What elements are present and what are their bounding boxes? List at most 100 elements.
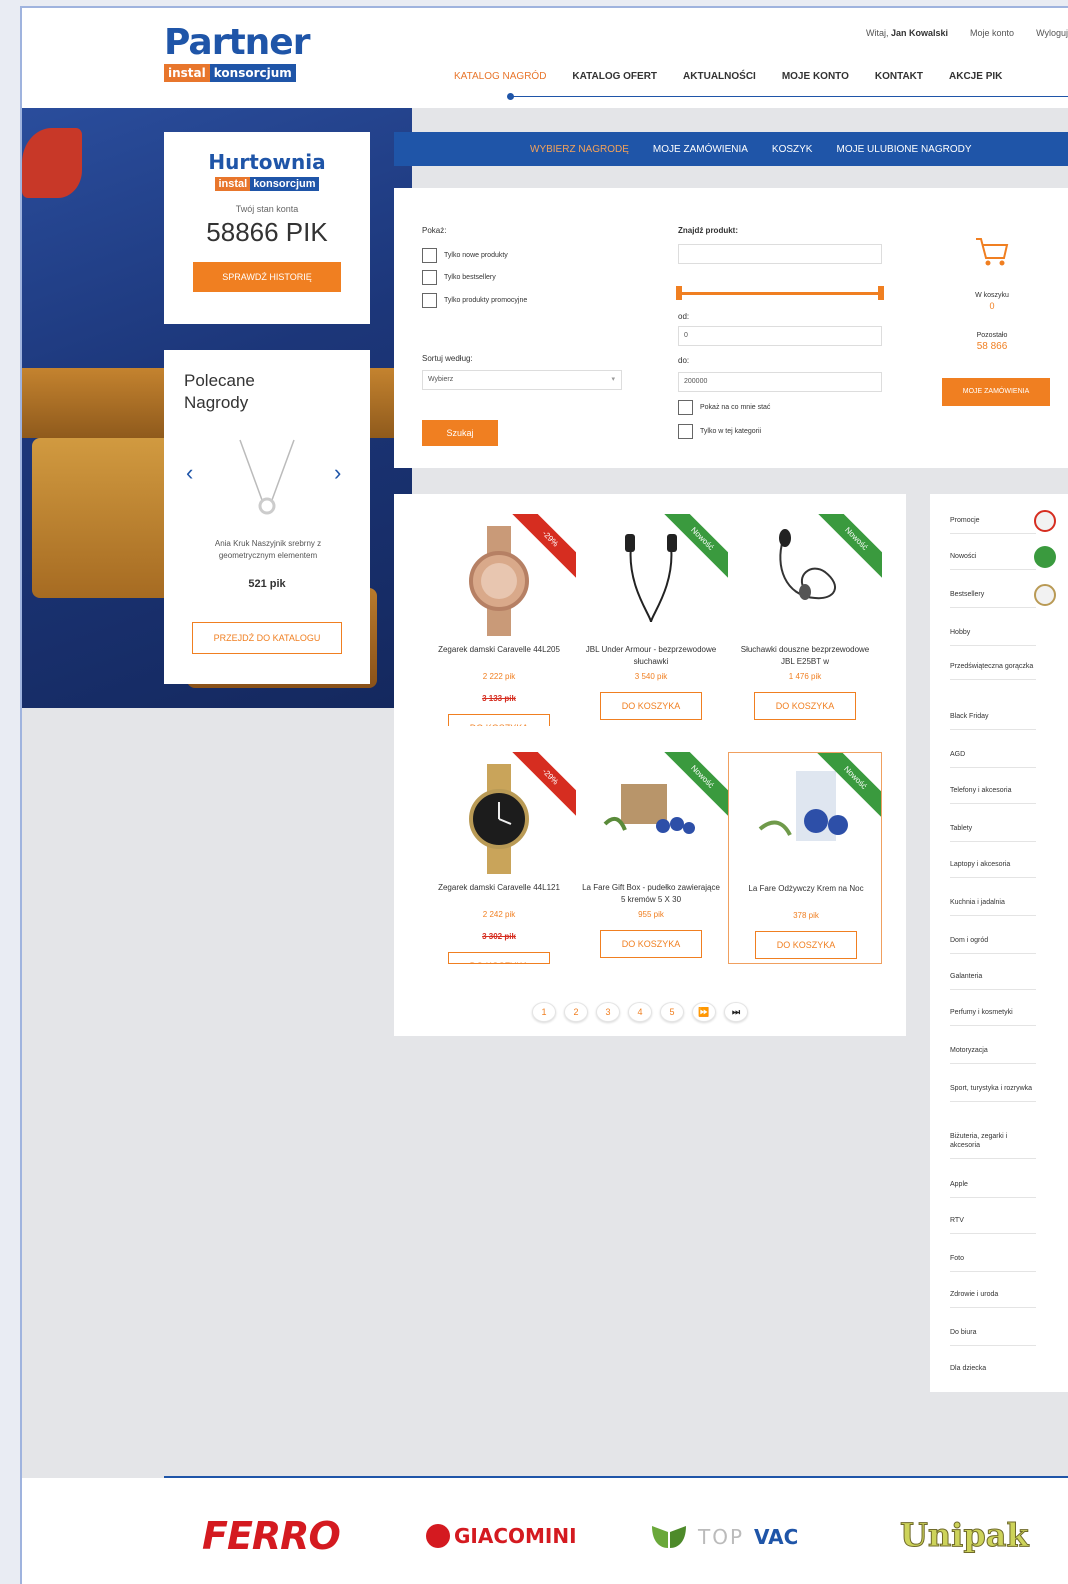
bestseller-icon xyxy=(1034,584,1056,606)
add-to-cart-button[interactable]: DO KOSZYKA xyxy=(600,692,702,720)
product-card[interactable]: Nowość JBL Under Armour - bezprzewodowe … xyxy=(574,514,728,726)
checkbox-bestsellers-only[interactable]: Tylko bestsellery xyxy=(422,270,496,285)
add-to-cart-button[interactable]: DO KOSZYKA xyxy=(448,714,550,726)
category-apple[interactable]: Apple xyxy=(950,1180,1036,1198)
tab-cart[interactable]: KOSZYK xyxy=(772,144,813,155)
category-dom-ogrod[interactable]: Dom i ogród xyxy=(950,936,1036,954)
greeting: Witaj, Jan Kowalski xyxy=(865,28,949,38)
my-orders-button[interactable]: MOJE ZAMÓWIENIA xyxy=(942,378,1050,406)
category-kuchnia[interactable]: Kuchnia i jadalnia xyxy=(950,898,1036,916)
category-motoryzacja[interactable]: Motoryzacja xyxy=(950,1046,1036,1064)
product-search-input[interactable] xyxy=(678,244,882,264)
my-account-link[interactable]: Moje konto xyxy=(970,28,1014,38)
tab-my-orders[interactable]: MOJE ZAMÓWIENIA xyxy=(653,144,748,155)
checkbox-afford[interactable]: Pokaż na co mnie stać xyxy=(678,400,770,415)
necklace-image[interactable] xyxy=(232,438,302,520)
product-old-price: 3 302 pik xyxy=(482,932,516,941)
search-button[interactable]: Szukaj xyxy=(422,420,498,446)
product-grid: -29% Zegarek damski Caravelle 44L205 2 2… xyxy=(394,494,906,1036)
earphones-image xyxy=(625,534,677,623)
ferro-logo[interactable]: FERRO xyxy=(202,1514,341,1558)
remaining-label: Pozostało xyxy=(976,332,1008,339)
category-black-friday[interactable]: Black Friday xyxy=(950,712,1036,730)
page-5[interactable]: 5 xyxy=(660,1002,684,1022)
category-promocje[interactable]: Promocje xyxy=(950,516,1036,534)
product-card[interactable]: Nowość La Fare Gift Box - pudełko zawier… xyxy=(574,752,728,964)
add-to-cart-button[interactable]: DO KOSZYKA xyxy=(754,692,856,720)
product-name: JBL Under Armour - bezprzewodowe słuchaw… xyxy=(585,645,717,666)
find-product-label: Znajdź produkt: xyxy=(678,226,738,235)
add-to-cart-button[interactable]: DO KOSZYKA xyxy=(448,952,550,964)
product-price: 955 pik xyxy=(638,910,664,919)
carousel-prev-icon[interactable]: ‹ xyxy=(186,460,193,486)
add-to-cart-button[interactable]: DO KOSZYKA xyxy=(755,931,857,959)
logout-link[interactable]: Wyloguj xyxy=(1036,28,1068,38)
nav-katalog-ofert[interactable]: KATALOG OFERT xyxy=(572,71,657,82)
recommended-item-price: 521 pik xyxy=(248,578,286,590)
category-dla-dziecka[interactable]: Dla dziecka xyxy=(950,1364,1036,1381)
page-1[interactable]: 1 xyxy=(532,1002,556,1022)
new-icon xyxy=(1034,546,1056,568)
category-nowosci[interactable]: Nowości xyxy=(950,552,1036,570)
cream-image xyxy=(758,771,848,841)
price-range-slider[interactable] xyxy=(678,292,882,295)
from-label: od: xyxy=(678,312,690,321)
category-hobby[interactable]: Hobby xyxy=(950,628,1036,646)
category-perfumy[interactable]: Perfumy i kosmetyki xyxy=(950,1008,1036,1026)
category-zdrowie[interactable]: Zdrowie i uroda xyxy=(950,1290,1036,1308)
carousel-next-icon[interactable]: › xyxy=(334,460,341,486)
category-rtv[interactable]: RTV xyxy=(950,1216,1036,1234)
tab-favourites[interactable]: MOJE ULUBIONE NAGRODY xyxy=(836,144,971,155)
partner-logo[interactable]: Partner instal konsorcjum xyxy=(164,24,316,82)
category-telefony[interactable]: Telefony i akcesoria xyxy=(950,786,1036,804)
category-tablety[interactable]: Tablety xyxy=(950,824,1036,842)
category-do-biura[interactable]: Do biura xyxy=(950,1328,1036,1346)
user-name: Jan Kowalski xyxy=(891,28,949,38)
logo-subtitle: instal konsorcjum xyxy=(164,64,316,82)
checkbox-promo-only[interactable]: Tylko produkty promocyjne xyxy=(422,293,527,308)
category-bizuteria[interactable]: Biżuteria, zegarki i akcesoria xyxy=(950,1132,1036,1159)
page-2[interactable]: 2 xyxy=(564,1002,588,1022)
slider-handle-max[interactable] xyxy=(878,286,884,300)
nav-akcje-pik[interactable]: AKCJE PIK xyxy=(949,71,1002,82)
cart-icon[interactable] xyxy=(974,236,1010,268)
next-page-icon[interactable]: ⏩ xyxy=(692,1002,716,1022)
unipak-logo[interactable]: Unipak xyxy=(900,1516,1030,1555)
checkbox-this-category[interactable]: Tylko w tej kategorii xyxy=(678,424,761,439)
page-4[interactable]: 4 xyxy=(628,1002,652,1022)
add-to-cart-button[interactable]: DO KOSZYKA xyxy=(600,930,702,958)
product-card[interactable]: Nowość Słuchawki douszne bezprzewodowe J… xyxy=(728,514,882,726)
price-to-input[interactable]: 200000 xyxy=(678,372,882,392)
cart-count: 0 xyxy=(989,301,995,311)
checkbox-new-only[interactable]: Tylko nowe produkty xyxy=(422,248,508,263)
category-laptopy[interactable]: Laptopy i akcesoria xyxy=(950,860,1036,878)
nav-katalog-nagrod[interactable]: KATALOG NAGRÓD xyxy=(454,71,546,82)
tab-choose-reward[interactable]: WYBIERZ NAGRODĘ xyxy=(530,144,629,155)
category-bestsellery[interactable]: Bestsellery xyxy=(950,590,1036,608)
topvac-logo[interactable]: TOP VAC xyxy=(650,1524,798,1550)
last-page-icon[interactable]: ⏭ xyxy=(724,1002,748,1022)
nav-moje-konto[interactable]: MOJE KONTO xyxy=(782,71,849,82)
sort-select[interactable]: Wybierz ▾ xyxy=(422,370,622,390)
go-to-catalog-button[interactable]: PRZEJDŹ DO KATALOGU xyxy=(192,622,342,654)
category-przedswiateczna[interactable]: Przedświąteczna gorączka xyxy=(950,662,1036,680)
category-sport[interactable]: Sport, turystyka i rozrywka xyxy=(950,1084,1036,1102)
remaining-value: 58 866 xyxy=(976,341,1008,352)
nav-aktualnosci[interactable]: AKTUALNOŚCI xyxy=(683,71,756,82)
price-from-input[interactable]: 0 xyxy=(678,326,882,346)
product-card[interactable]: -29% Zegarek damski Caravelle 44L205 2 2… xyxy=(422,514,576,726)
chevron-down-icon: ▾ xyxy=(611,376,615,383)
category-foto[interactable]: Foto xyxy=(950,1254,1036,1272)
page-3[interactable]: 3 xyxy=(596,1002,620,1022)
recommended-card: Polecane Nagrody ‹ › Ania Kruk Naszyjnik… xyxy=(164,350,370,684)
check-history-button[interactable]: SPRAWDŹ HISTORIĘ xyxy=(193,262,341,292)
leaf-icon xyxy=(652,1526,686,1548)
category-galanteria[interactable]: Galanteria xyxy=(950,972,1036,990)
category-agd[interactable]: AGD xyxy=(950,750,1036,768)
slider-handle-min[interactable] xyxy=(676,286,682,300)
product-card[interactable]: Nowość La Fare Odżywczy Krem na Noc 378 … xyxy=(728,752,882,964)
giacomini-logo[interactable]: GIACOMINI xyxy=(426,1524,577,1548)
promo-icon xyxy=(1034,510,1056,532)
nav-kontakt[interactable]: KONTAKT xyxy=(875,71,923,82)
product-card[interactable]: -29% Zegarek damski Caravelle 44L121 2 2… xyxy=(422,752,576,964)
